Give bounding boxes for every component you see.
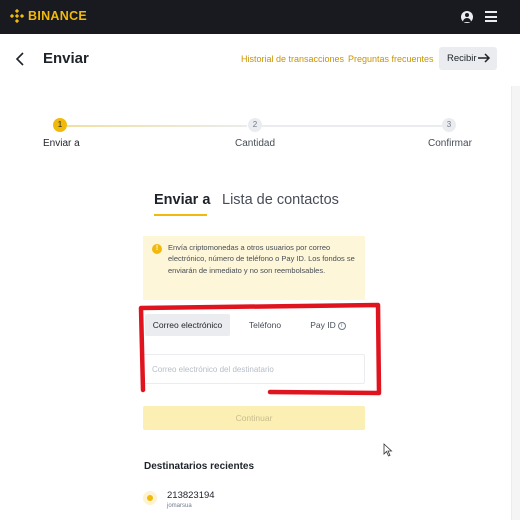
tab-contact-list[interactable]: Lista de contactos [222,192,339,208]
list-item[interactable]: 213823194 jomarsua [143,486,365,516]
back-arrow-icon[interactable] [12,51,28,67]
recent-recipients-title: Destinatarios recientes [144,461,255,472]
recipient-email-input[interactable] [143,354,365,384]
mouse-cursor-icon [383,443,393,457]
page-title: Enviar [43,50,89,67]
content-area [0,86,520,520]
info-icon[interactable]: i [337,321,346,330]
brand-name: BINANCE [28,9,88,23]
top-navbar: BINANCE [0,0,520,34]
active-tab-underline [154,214,207,216]
scrollbar[interactable] [511,86,520,520]
exclamation-icon: ! [152,244,162,254]
user-circle-icon[interactable] [461,11,473,23]
step-1-label: Enviar a [43,138,80,149]
page-header: Enviar Historial de transacciones Pregun… [0,34,520,86]
tab-payid[interactable]: Pay ID i [303,314,353,336]
step-3-label: Confirmar [428,138,472,149]
receive-button-label: Recibir [447,53,477,64]
tab-payid-label: Pay ID [310,320,336,330]
stepper-line-2 [262,125,442,127]
binance-logo-icon [9,8,25,24]
tab-email[interactable]: Correo electrónico [145,314,230,336]
binance-logo[interactable]: BINANCE [9,8,88,24]
arrow-right-icon [478,53,491,63]
tab-send-to[interactable]: Enviar a [154,192,210,208]
step-2-circle: 2 [248,118,262,132]
recipient-id: 213823194 [167,490,215,501]
step-1-circle: 1 [53,118,67,132]
info-notice: ! Envía criptomonedas a otros usuarios p… [143,236,365,300]
step-2-label: Cantidad [235,138,276,149]
transaction-history-link[interactable]: Historial de transacciones [241,54,344,64]
step-3-circle: 3 [442,118,456,132]
faq-link[interactable]: Preguntas frecuentes [348,54,434,64]
notice-text: Envía criptomonedas a otros usuarios por… [168,243,355,275]
receive-button[interactable]: Recibir [439,47,497,70]
avatar [143,491,157,505]
tab-phone[interactable]: Teléfono [240,314,290,336]
stepper-line-1 [67,125,247,127]
continue-button[interactable]: Continuar [143,406,365,430]
hamburger-menu-icon[interactable] [485,11,497,22]
recipient-nickname: jomarsua [167,503,192,509]
